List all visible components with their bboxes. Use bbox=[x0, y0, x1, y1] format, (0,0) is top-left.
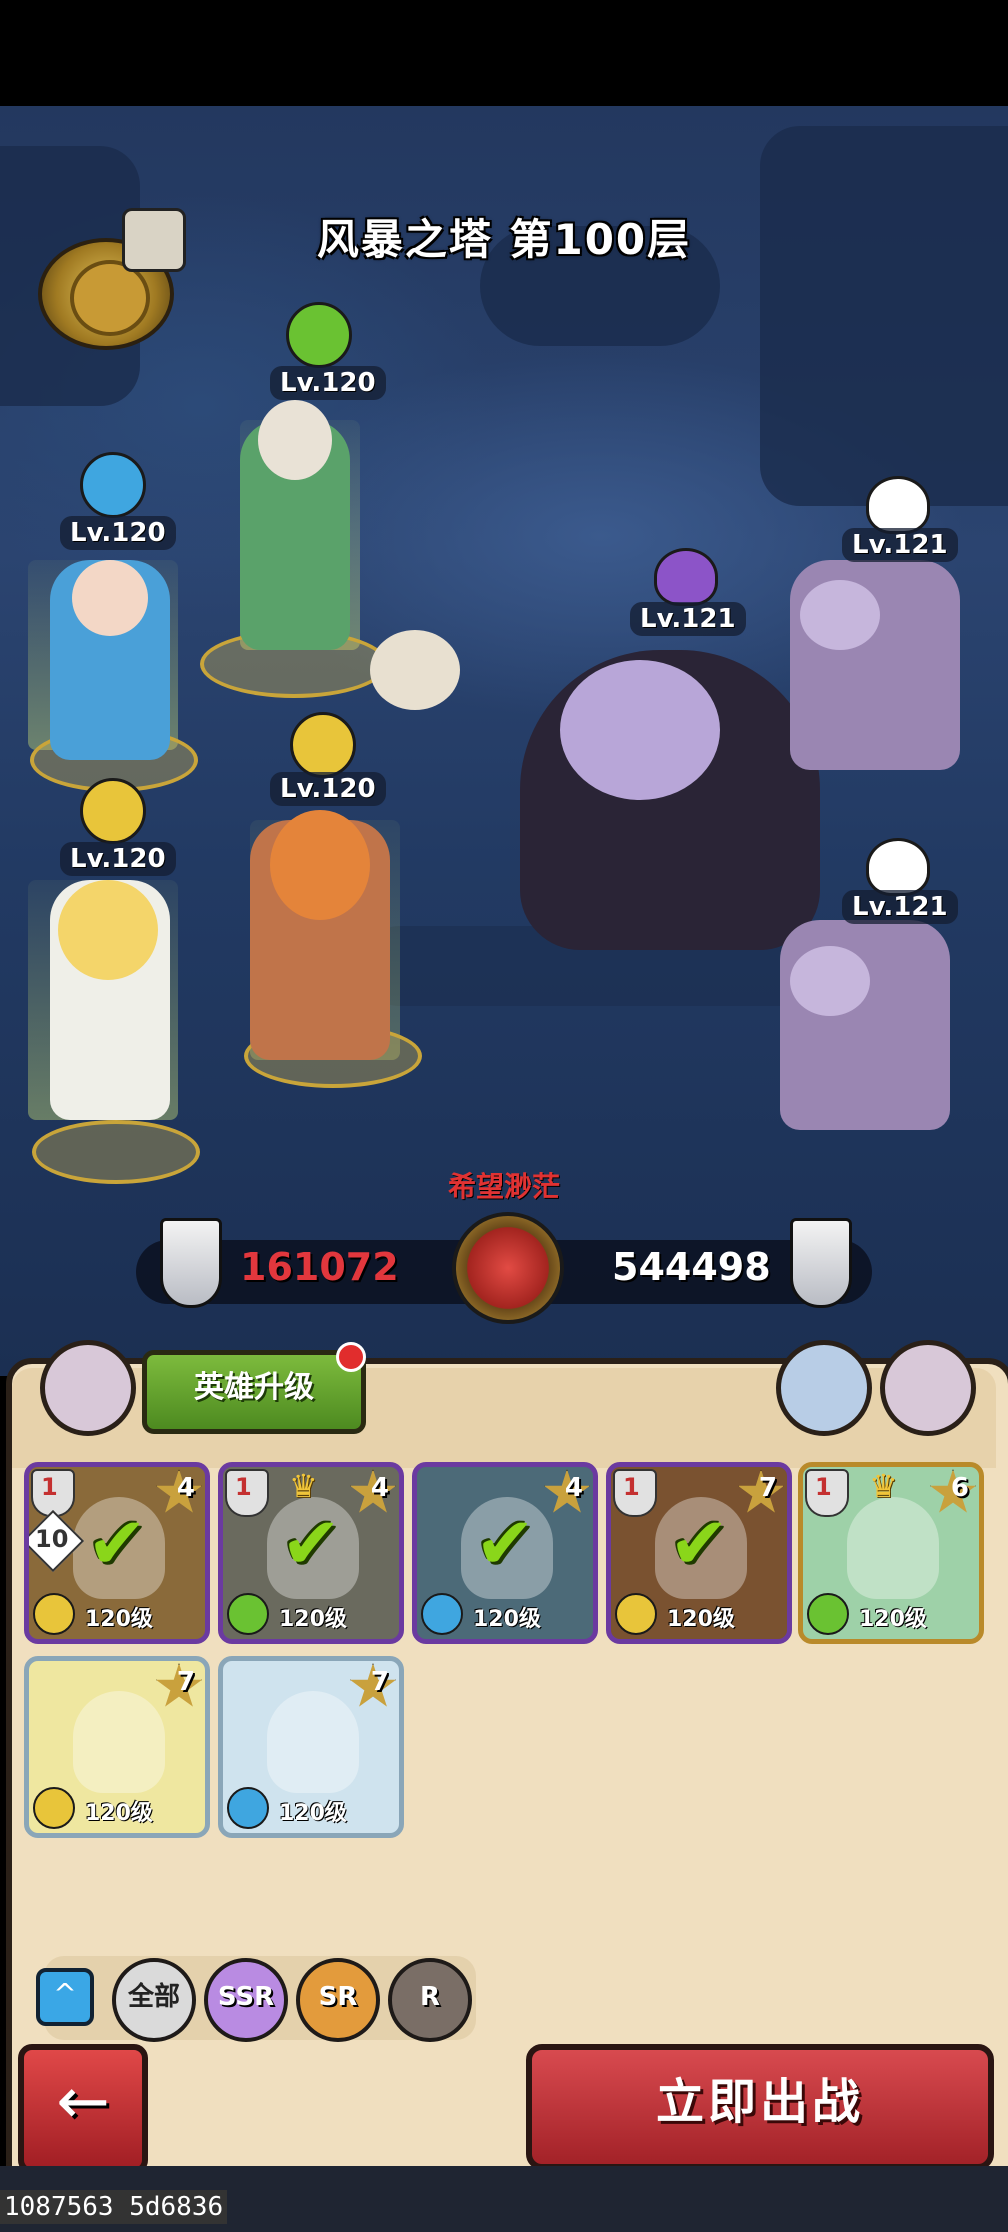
star-count: 7 bbox=[758, 1473, 777, 1503]
earth-element-icon bbox=[290, 712, 356, 778]
save-formation-icon[interactable] bbox=[776, 1340, 872, 1436]
hero-level: 120级 bbox=[859, 1607, 927, 1632]
ally-level: Lv.120 bbox=[270, 366, 386, 400]
ally-level: Lv.120 bbox=[60, 842, 176, 876]
wind-element-icon bbox=[286, 302, 352, 368]
hero-level: 120级 bbox=[667, 1607, 735, 1632]
element-icon bbox=[615, 1593, 657, 1635]
filter-r-button[interactable]: R bbox=[388, 1958, 472, 2042]
start-battle-button[interactable]: 立即出战 bbox=[526, 2044, 994, 2170]
team-formation-icon[interactable] bbox=[40, 1340, 136, 1436]
enemy-power-value: 544498 bbox=[612, 1245, 771, 1289]
star-count: 4 bbox=[564, 1473, 583, 1503]
selected-check-icon: ✔ bbox=[668, 1501, 730, 1585]
selected-check-icon: ✔ bbox=[280, 1501, 342, 1585]
star-count: 4 bbox=[370, 1473, 389, 1503]
hero-level: 120级 bbox=[279, 1607, 347, 1632]
notification-dot bbox=[336, 1342, 366, 1372]
hero-level: 120级 bbox=[279, 1801, 347, 1826]
hero-card[interactable]: ♛ 6 1 120级 bbox=[798, 1462, 984, 1644]
hero-card[interactable]: ✔ 4 120级 bbox=[412, 1462, 598, 1644]
filter-sr-button[interactable]: SR bbox=[296, 1958, 380, 2042]
star-count: 6 bbox=[950, 1473, 969, 1503]
expand-toggle-button[interactable]: ^ bbox=[36, 1968, 94, 2026]
ally-level: Lv.120 bbox=[60, 516, 176, 550]
hero-card[interactable]: ✔ ♛ 4 1 120级 bbox=[218, 1462, 404, 1644]
star-count: 7 bbox=[176, 1667, 195, 1697]
skull-enemy-icon bbox=[866, 476, 930, 534]
ally-sword-icon bbox=[160, 1218, 222, 1308]
element-icon bbox=[421, 1593, 463, 1635]
star-count: 7 bbox=[370, 1667, 389, 1697]
water-element-icon bbox=[80, 452, 146, 518]
element-icon bbox=[227, 1593, 269, 1635]
hero-upgrade-button[interactable]: 英雄升级 bbox=[142, 1350, 366, 1434]
shield-count: 1 bbox=[815, 1473, 832, 1501]
hero-level: 120级 bbox=[473, 1607, 541, 1632]
auto-battle-icon[interactable] bbox=[880, 1340, 976, 1436]
filter-all-button[interactable]: 全部 bbox=[112, 1958, 196, 2042]
rank-badge-value: 10 bbox=[35, 1525, 69, 1553]
status-bar-area bbox=[0, 0, 1008, 106]
enemy-level: Lv.121 bbox=[842, 890, 958, 924]
hero-card[interactable]: ✔ 4 1 10 120级 bbox=[24, 1462, 210, 1644]
lightning-crest-icon bbox=[452, 1212, 564, 1324]
skull-enemy-icon bbox=[866, 838, 930, 896]
demon-enemy-icon bbox=[654, 548, 718, 606]
selected-check-icon: ✔ bbox=[474, 1501, 536, 1585]
ally-level: Lv.120 bbox=[270, 772, 386, 806]
crown-icon: ♛ bbox=[869, 1467, 898, 1505]
win-chance-label: 希望渺茫 bbox=[447, 1170, 560, 1203]
hero-portrait bbox=[267, 1691, 359, 1793]
crown-icon: ♛ bbox=[289, 1467, 318, 1505]
shield-count: 1 bbox=[623, 1473, 640, 1501]
star-count: 4 bbox=[176, 1473, 195, 1503]
selected-check-icon: ✔ bbox=[86, 1501, 148, 1585]
element-icon bbox=[33, 1593, 75, 1635]
earth-element-icon bbox=[80, 778, 146, 844]
hero-level: 120级 bbox=[85, 1607, 153, 1632]
hero-card[interactable]: 7 120级 bbox=[24, 1656, 210, 1838]
shield-count: 1 bbox=[235, 1473, 252, 1501]
build-id-label: 1087563 5d6836 bbox=[0, 2190, 228, 2224]
hero-portrait bbox=[847, 1497, 939, 1599]
hero-level: 120级 bbox=[85, 1801, 153, 1826]
element-icon bbox=[33, 1787, 75, 1829]
hero-card[interactable]: 7 120级 bbox=[218, 1656, 404, 1838]
hero-portrait bbox=[73, 1691, 165, 1793]
player-avatar[interactable] bbox=[122, 208, 186, 272]
shield-count: 1 bbox=[41, 1473, 58, 1501]
enemy-level: Lv.121 bbox=[630, 602, 746, 636]
enemy-sword-icon bbox=[790, 1218, 852, 1308]
our-power-value: 161072 bbox=[240, 1245, 399, 1289]
back-arrow-button[interactable]: ← bbox=[18, 2044, 148, 2174]
hero-card[interactable]: ✔ 7 1 120级 bbox=[606, 1462, 792, 1644]
enemy-level: Lv.121 bbox=[842, 528, 958, 562]
element-icon bbox=[227, 1787, 269, 1829]
filter-ssr-button[interactable]: SSR bbox=[204, 1958, 288, 2042]
element-icon bbox=[807, 1593, 849, 1635]
